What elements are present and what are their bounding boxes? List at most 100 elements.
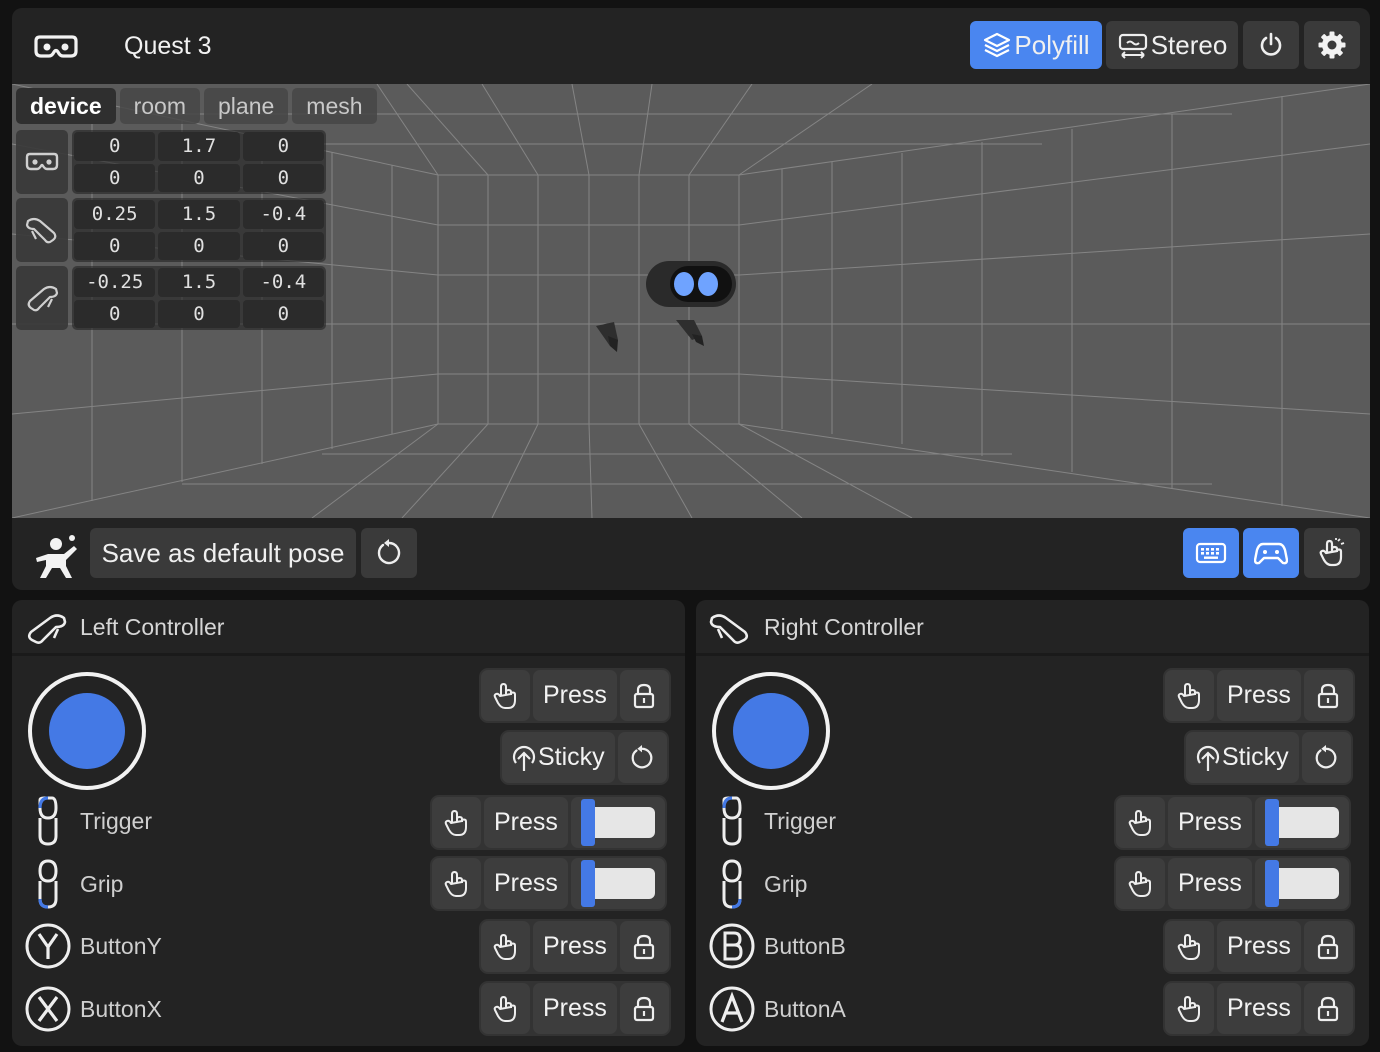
touch-icon <box>493 682 516 709</box>
slider-handle[interactable] <box>580 860 595 907</box>
lock-button[interactable] <box>1303 921 1353 972</box>
grip-slider[interactable] <box>570 858 665 909</box>
touch-button[interactable] <box>1165 983 1214 1034</box>
settings-button[interactable] <box>1304 21 1360 69</box>
polyfill-label: Polyfill <box>1014 29 1090 60</box>
rot-y[interactable]: 0 <box>158 299 240 328</box>
pos-x[interactable]: -0.25 <box>74 268 156 297</box>
rot-z[interactable]: 0 <box>242 231 324 260</box>
trigger-group: Press <box>1114 795 1351 850</box>
slider-handle[interactable] <box>580 799 595 846</box>
press-button[interactable]: Press <box>1217 983 1301 1034</box>
press-button[interactable]: Press <box>533 983 617 1034</box>
press-button[interactable]: Press <box>1217 921 1301 972</box>
reset-pose-button[interactable] <box>361 528 417 578</box>
touch-button[interactable] <box>481 921 530 972</box>
right-controller-title: Right Controller <box>764 614 924 640</box>
pos-x[interactable]: 0 <box>74 132 156 161</box>
press-button[interactable]: Press <box>484 858 568 909</box>
rot-x[interactable]: 0 <box>74 299 156 328</box>
grip-label: Grip <box>80 870 124 897</box>
reset-icon <box>631 744 653 768</box>
gamepad-mode-button[interactable] <box>1243 528 1299 578</box>
pos-z[interactable]: -0.4 <box>242 268 324 297</box>
button-y-row: ButtonY <box>22 918 162 974</box>
pose-values: 0 1.7 0 0 0 0 <box>72 130 326 194</box>
pos-y[interactable]: 1.7 <box>158 132 240 161</box>
slider-handle[interactable] <box>1264 799 1279 846</box>
right-controller-icon[interactable] <box>16 198 68 262</box>
pos-y[interactable]: 1.5 <box>158 268 240 297</box>
touch-icon <box>1177 995 1200 1022</box>
touch-button[interactable] <box>481 670 530 721</box>
touch-button[interactable] <box>1165 670 1214 721</box>
pos-x[interactable]: 0.25 <box>74 200 156 229</box>
3d-viewport[interactable]: device room plane mesh 0 1.7 0 0 0 0 0.2… <box>12 84 1370 518</box>
reset-thumbstick-button[interactable] <box>617 732 667 783</box>
lock-button[interactable] <box>1303 983 1353 1034</box>
left-controller-icon[interactable] <box>16 266 68 330</box>
grip-slider[interactable] <box>1254 858 1349 909</box>
pos-z[interactable]: -0.4 <box>242 200 324 229</box>
lock-button[interactable] <box>619 670 669 721</box>
press-button[interactable]: Press <box>533 921 617 972</box>
stereo-icon <box>1118 33 1147 59</box>
tab-room[interactable]: room <box>119 88 201 124</box>
press-button[interactable]: Press <box>1217 670 1301 721</box>
press-button[interactable]: Press <box>1168 797 1252 848</box>
press-button[interactable]: Press <box>533 670 617 721</box>
rot-z[interactable]: 0 <box>242 163 324 192</box>
trigger-slider[interactable] <box>570 797 665 848</box>
touch-button[interactable] <box>481 983 530 1034</box>
tab-plane[interactable]: plane <box>204 88 289 124</box>
touch-button[interactable] <box>1116 858 1165 909</box>
stereo-button[interactable]: Stereo <box>1106 21 1238 69</box>
tab-device[interactable]: device <box>16 88 116 124</box>
button-a-label: ButtonA <box>764 995 846 1022</box>
touch-icon <box>444 870 467 897</box>
slider-handle[interactable] <box>1264 860 1279 907</box>
pos-z[interactable]: 0 <box>242 132 324 161</box>
hand-mode-button[interactable] <box>1304 528 1360 578</box>
touch-button[interactable] <box>1116 797 1165 848</box>
rot-z[interactable]: 0 <box>242 299 324 328</box>
left-controller-header: Left Controller <box>12 600 685 656</box>
right-thumbstick[interactable] <box>712 672 830 790</box>
thumbstick-knob[interactable] <box>733 693 809 769</box>
touch-icon <box>1177 682 1200 709</box>
power-button[interactable] <box>1243 21 1299 69</box>
person-pose-icon <box>36 535 77 578</box>
lock-button[interactable] <box>619 983 669 1034</box>
layers-icon <box>984 32 1011 58</box>
keyboard-mode-button[interactable] <box>1183 528 1239 578</box>
thumbstick-knob[interactable] <box>49 693 125 769</box>
trigger-slider[interactable] <box>1254 797 1349 848</box>
left-thumbstick[interactable] <box>28 672 146 790</box>
rot-x[interactable]: 0 <box>74 163 156 192</box>
touch-button[interactable] <box>432 797 481 848</box>
lock-icon <box>1318 934 1339 959</box>
pose-table: 0 1.7 0 0 0 0 0.25 1.5 -0.4 0 0 0 -0.25 … <box>16 130 326 334</box>
rot-x[interactable]: 0 <box>74 231 156 260</box>
touch-button[interactable] <box>432 858 481 909</box>
tab-mesh[interactable]: mesh <box>292 88 377 124</box>
press-button[interactable]: Press <box>484 797 568 848</box>
press-button[interactable]: Press <box>1168 858 1252 909</box>
button-a-group: Press <box>1163 981 1355 1036</box>
lock-button[interactable] <box>619 921 669 972</box>
sticky-button[interactable]: Sticky <box>1186 732 1299 783</box>
touch-icon <box>1177 933 1200 960</box>
rot-y[interactable]: 0 <box>158 163 240 192</box>
save-default-pose-button[interactable]: Save as default pose <box>90 528 356 578</box>
touch-button[interactable] <box>1165 921 1214 972</box>
lock-button[interactable] <box>1303 670 1353 721</box>
rot-y[interactable]: 0 <box>158 231 240 260</box>
button-y-icon <box>22 920 74 972</box>
button-x-row: ButtonX <box>22 981 162 1037</box>
lock-icon <box>1318 683 1339 708</box>
headset-icon[interactable] <box>16 130 68 194</box>
sticky-button[interactable]: Sticky <box>502 732 615 783</box>
polyfill-button[interactable]: Polyfill <box>970 21 1102 69</box>
reset-thumbstick-button[interactable] <box>1301 732 1351 783</box>
pos-y[interactable]: 1.5 <box>158 200 240 229</box>
